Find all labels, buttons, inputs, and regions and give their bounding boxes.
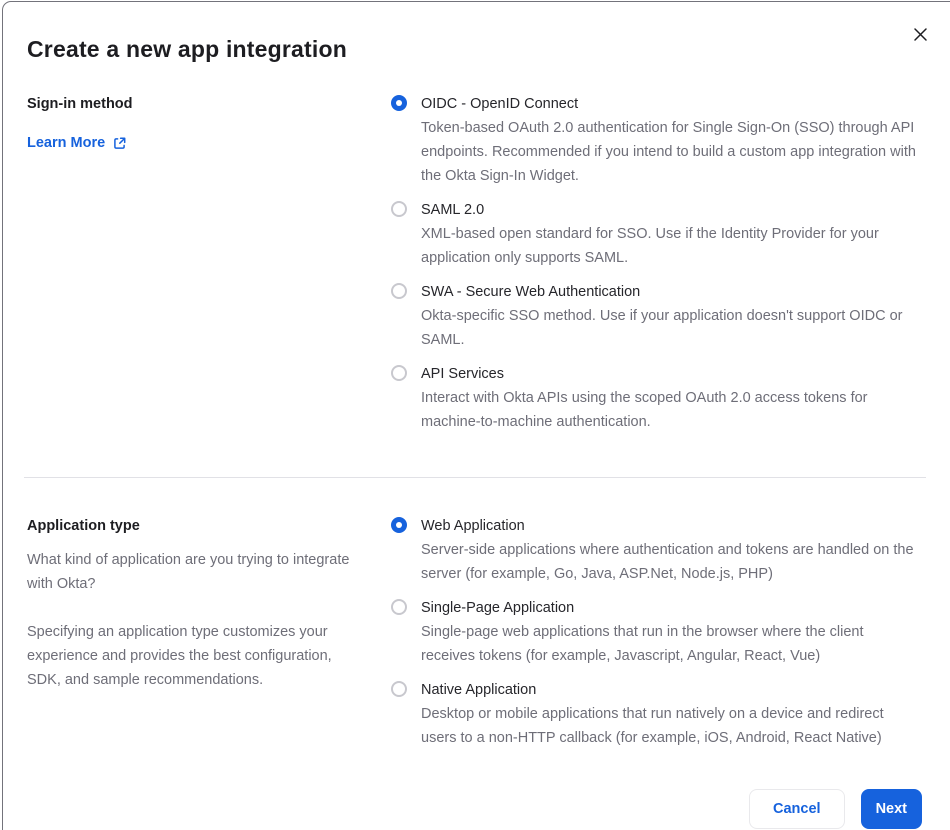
option-swa-label[interactable]: SWA - Secure Web Authentication (421, 280, 921, 304)
option-native-application-description: Desktop or mobile applications that run … (421, 706, 884, 746)
option-swa-description: Okta-specific SSO method. Use if your ap… (421, 308, 903, 348)
signin-method-label: Sign-in method (27, 96, 133, 112)
option-spa: Single-Page Application Single-page web … (391, 596, 926, 668)
next-button[interactable]: Next (860, 789, 922, 829)
modal-title: Create a new app integration (27, 36, 347, 62)
option-web-application-description: Server-side applications where authentic… (421, 542, 914, 582)
learn-more-label: Learn More (27, 135, 106, 151)
option-api-services-description: Interact with Okta APIs using the scoped… (421, 390, 868, 430)
create-app-integration-modal: Create a new app integration Sign-in met… (0, 0, 950, 829)
signin-method-section: Sign-in method Learn More OIDC - OpenID … (0, 92, 950, 434)
radio-swa[interactable] (391, 283, 407, 299)
option-api-services: API Services Interact with Okta APIs usi… (391, 362, 926, 434)
close-icon (913, 27, 928, 42)
application-type-options: Web Application Server-side applications… (391, 514, 926, 750)
cancel-button[interactable]: Cancel (749, 789, 845, 829)
option-spa-label[interactable]: Single-Page Application (421, 596, 921, 620)
option-saml: SAML 2.0 XML-based open standard for SSO… (391, 198, 926, 270)
application-type-description-1: What kind of application are you trying … (27, 552, 350, 592)
radio-native-application[interactable] (391, 681, 407, 697)
modal-footer: Cancel Next (0, 789, 950, 829)
close-button[interactable] (906, 20, 934, 48)
option-oidc-description: Token-based OAuth 2.0 authentication for… (421, 120, 916, 184)
option-spa-description: Single-page web applications that run in… (421, 624, 864, 664)
radio-web-application[interactable] (391, 517, 407, 533)
option-oidc: OIDC - OpenID Connect Token-based OAuth … (391, 92, 926, 188)
option-api-services-label[interactable]: API Services (421, 362, 921, 386)
option-saml-label[interactable]: SAML 2.0 (421, 198, 921, 222)
application-type-left-column: Application type What kind of applicatio… (27, 514, 363, 750)
radio-saml[interactable] (391, 201, 407, 217)
option-web-application: Web Application Server-side applications… (391, 514, 926, 586)
application-type-section: Application type What kind of applicatio… (0, 514, 950, 750)
radio-oidc[interactable] (391, 95, 407, 111)
application-type-label: Application type (27, 518, 140, 534)
radio-spa[interactable] (391, 599, 407, 615)
signin-method-left-column: Sign-in method Learn More (27, 92, 363, 434)
option-saml-description: XML-based open standard for SSO. Use if … (421, 226, 879, 266)
option-native-application: Native Application Desktop or mobile app… (391, 678, 926, 750)
section-divider (24, 477, 926, 478)
option-web-application-label[interactable]: Web Application (421, 514, 921, 538)
option-swa: SWA - Secure Web Authentication Okta-spe… (391, 280, 926, 352)
option-native-application-label[interactable]: Native Application (421, 678, 921, 702)
application-type-description-2: Specifying an application type customize… (27, 624, 332, 688)
learn-more-link[interactable]: Learn More (27, 135, 127, 151)
option-oidc-label[interactable]: OIDC - OpenID Connect (421, 92, 921, 116)
signin-method-options: OIDC - OpenID Connect Token-based OAuth … (391, 92, 926, 434)
external-link-icon (112, 136, 127, 151)
modal-header: Create a new app integration (0, 0, 950, 63)
radio-api-services[interactable] (391, 365, 407, 381)
